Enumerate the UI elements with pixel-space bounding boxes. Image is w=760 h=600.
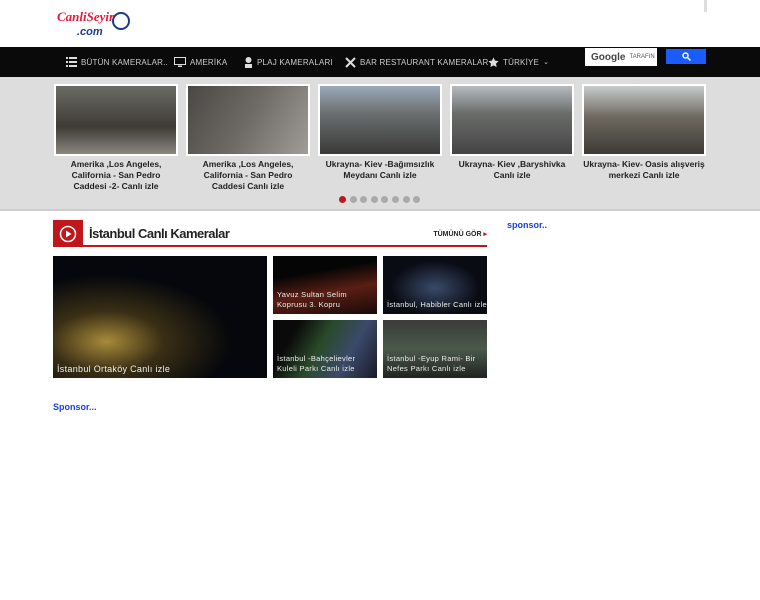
site-logo[interactable]: CanliSeyir .com xyxy=(55,7,131,41)
slide-thumbnail[interactable] xyxy=(186,84,310,156)
nav-plaj[interactable]: PLAJ KAMERALARI xyxy=(244,47,333,77)
scrollbar[interactable] xyxy=(704,0,707,12)
star-icon xyxy=(488,56,499,67)
slider-dot[interactable] xyxy=(339,196,346,203)
sponsor-label: sponsor.. xyxy=(507,220,548,230)
slide[interactable]: Amerika ,Los Angeles, California - San P… xyxy=(186,84,310,192)
search-icon xyxy=(681,52,691,61)
slider-dot[interactable] xyxy=(349,196,357,203)
svg-text:.com: .com xyxy=(77,26,103,38)
slide-thumbnail[interactable] xyxy=(54,84,178,156)
person-icon xyxy=(245,56,252,68)
search-input[interactable]: Google TARAFIN xyxy=(585,48,657,66)
nav-all-cameras[interactable]: BÜTÜN KAMERALAR.. xyxy=(66,47,168,77)
svg-text:CanliSeyir: CanliSeyir xyxy=(57,9,115,24)
slide[interactable]: Amerika ,Los Angeles, California - San P… xyxy=(54,84,178,192)
section-title: İstanbul Canlı Kameralar xyxy=(89,226,230,241)
camera-tile[interactable]: Yavuz Sultan Selim Koprusu 3. Kopru xyxy=(273,256,377,314)
slide[interactable]: Ukrayna- Kiev ,Baryshivka Canlı izle xyxy=(450,84,574,181)
monitor-icon xyxy=(174,57,186,67)
sponsor-label: Sponsor... xyxy=(53,402,97,412)
chevron-down-icon: ⌄ xyxy=(543,59,550,66)
slide[interactable]: Ukrayna- Kiev- Oasis alışveriş merkezi C… xyxy=(582,84,706,181)
search-button[interactable] xyxy=(666,49,706,64)
featured-camera[interactable]: İstanbul Ortaköy Canlı izle xyxy=(53,256,267,378)
camera-slider: Amerika ,Los Angeles, California - San P… xyxy=(0,77,760,211)
nav-bar-restaurant[interactable]: BAR RESTAURANT KAMERALAR xyxy=(345,47,489,77)
section-header: İstanbul Canlı Kameralar TÜMÜNÜ GÖR ▸ xyxy=(53,220,487,247)
utensils-icon xyxy=(345,56,356,68)
nav-turkiye[interactable]: TÜRKİYE ⌄ xyxy=(488,47,549,77)
slider-dot[interactable] xyxy=(370,196,378,203)
slide-thumbnail[interactable] xyxy=(582,84,706,156)
camera-tile[interactable]: İstanbul -Bahçelievler Kuleli Parkı Canl… xyxy=(273,320,377,378)
see-all-link[interactable]: TÜMÜNÜ GÖR ▸ xyxy=(433,230,487,238)
slider-dot[interactable] xyxy=(402,196,410,203)
slider-dot[interactable] xyxy=(392,196,399,203)
nav-amerika[interactable]: AMERİKA xyxy=(174,47,227,77)
camera-tile[interactable]: İstanbul -Eyup Rami- Bir Nefes Parkı Can… xyxy=(383,320,487,378)
camera-tile[interactable]: İstanbul, Habibler Canlı izle xyxy=(383,256,487,314)
arrow-right-icon: ▸ xyxy=(483,231,487,238)
play-icon xyxy=(53,220,83,247)
slide-thumbnail[interactable] xyxy=(450,84,574,156)
slide-thumbnail[interactable] xyxy=(318,84,442,156)
slide[interactable]: Ukrayna- Kiev -Bağımsızlık Meydanı Canlı… xyxy=(318,84,442,181)
list-icon xyxy=(66,57,77,67)
